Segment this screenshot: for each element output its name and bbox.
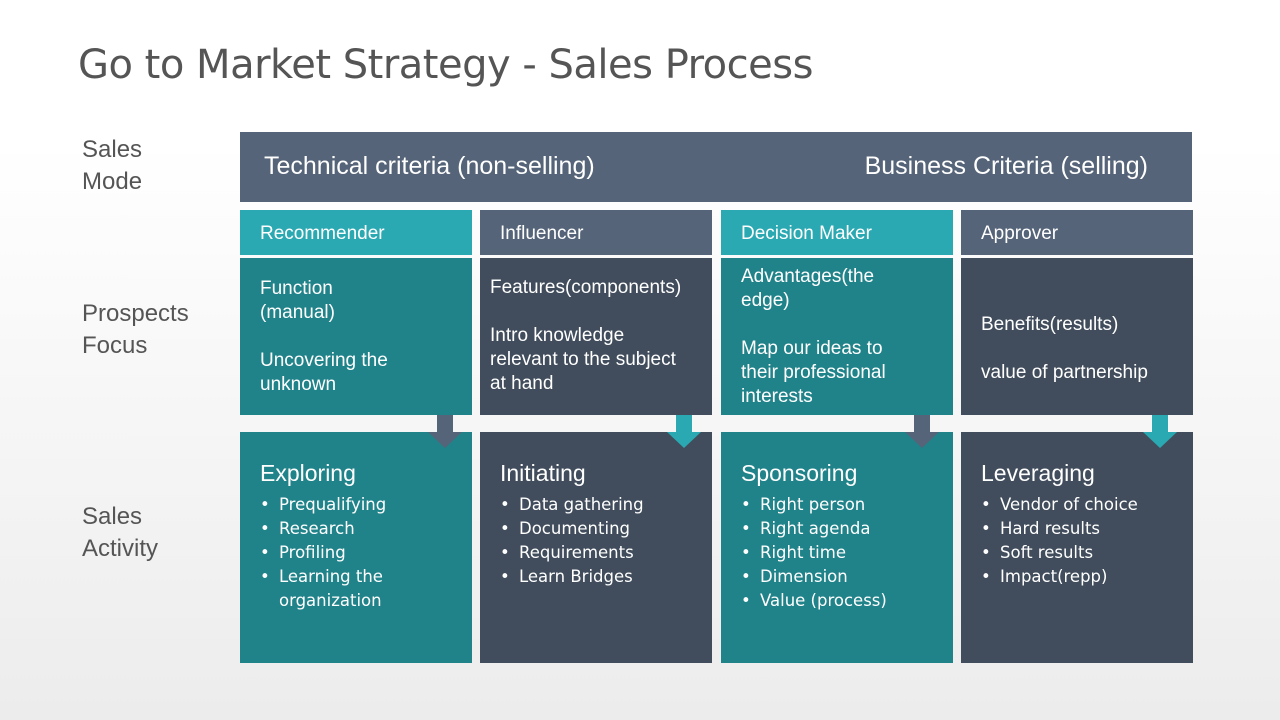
business-criteria-label: Business Criteria (selling) — [864, 152, 1148, 180]
activity-item: Impact(repp) — [981, 565, 1183, 589]
down-arrow-icon — [667, 415, 701, 448]
focus-text: Advantages(the edge) — [741, 266, 875, 311]
role-header-decision-maker: Decision Maker — [721, 210, 953, 255]
down-arrow-icon — [428, 415, 462, 448]
activity-item: Learning the organization — [260, 565, 462, 613]
activity-box-sponsoring: Sponsoring Right person Right agenda Rig… — [721, 432, 953, 663]
activity-title: Leveraging — [981, 460, 1095, 486]
page-title: Go to Market Strategy - Sales Process — [78, 42, 813, 88]
role-header-influencer: Influencer — [480, 210, 712, 255]
activity-item: Right agenda — [741, 517, 943, 541]
activity-item: Documenting — [500, 517, 702, 541]
focus-box-approver: Benefits(results) value of partnership — [961, 258, 1193, 415]
focus-text: Uncovering the unknown — [260, 350, 388, 395]
role-header-recommender: Recommender — [240, 210, 472, 255]
activity-item: Vendor of choice — [981, 493, 1183, 517]
activity-title: Sponsoring — [741, 460, 858, 486]
row-label-sales-activity: Sales Activity — [82, 503, 159, 562]
activity-title: Exploring — [260, 460, 356, 486]
activity-list: Right person Right agenda Right time Dim… — [741, 493, 943, 613]
focus-text: Function (manual) — [260, 278, 335, 323]
focus-text: Benefits(results) — [981, 314, 1119, 335]
activity-item: Requirements — [500, 541, 702, 565]
row-label-prospects-focus: Prospects Focus — [82, 300, 189, 359]
activity-item: Research — [260, 517, 462, 541]
sales-mode-bar: Technical criteria (non-selling) Busines… — [240, 132, 1192, 202]
activity-list: Vendor of choice Hard results Soft resul… — [981, 493, 1183, 589]
activity-item: Soft results — [981, 541, 1183, 565]
down-arrow-icon — [905, 415, 939, 448]
activity-item: Value (process) — [741, 589, 943, 613]
role-header-approver: Approver — [961, 210, 1193, 255]
activity-item: Right time — [741, 541, 943, 565]
activity-item: Right person — [741, 493, 943, 517]
focus-box-influencer: Features(components) Intro knowledge rel… — [480, 258, 712, 415]
row-label-sales-mode: Sales Mode — [82, 136, 143, 195]
activity-list: Prequalifying Research Profiling Learnin… — [260, 493, 462, 613]
activity-title: Initiating — [500, 460, 586, 486]
focus-box-decision-maker: Advantages(the edge) Map our ideas to th… — [721, 258, 953, 415]
focus-text: Intro knowledge relevant to the subject … — [490, 325, 676, 394]
activity-item: Dimension — [741, 565, 943, 589]
activity-item: Profiling — [260, 541, 462, 565]
activity-box-exploring: Exploring Prequalifying Research Profili… — [240, 432, 472, 663]
down-arrow-icon — [1143, 415, 1177, 448]
activity-item: Prequalifying — [260, 493, 462, 517]
technical-criteria-label: Technical criteria (non-selling) — [264, 152, 595, 180]
focus-text: value of partnership — [981, 362, 1148, 383]
focus-box-recommender: Function (manual) Uncovering the unknown — [240, 258, 472, 415]
focus-text: Map our ideas to their professional inte… — [741, 338, 886, 407]
activity-item: Data gathering — [500, 493, 702, 517]
activity-box-initiating: Initiating Data gathering Documenting Re… — [480, 432, 712, 663]
activity-list: Data gathering Documenting Requirements … — [500, 493, 702, 589]
focus-text: Features(components) — [490, 277, 682, 298]
activity-item: Hard results — [981, 517, 1183, 541]
activity-box-leveraging: Leveraging Vendor of choice Hard results… — [961, 432, 1193, 663]
activity-item: Learn Bridges — [500, 565, 702, 589]
